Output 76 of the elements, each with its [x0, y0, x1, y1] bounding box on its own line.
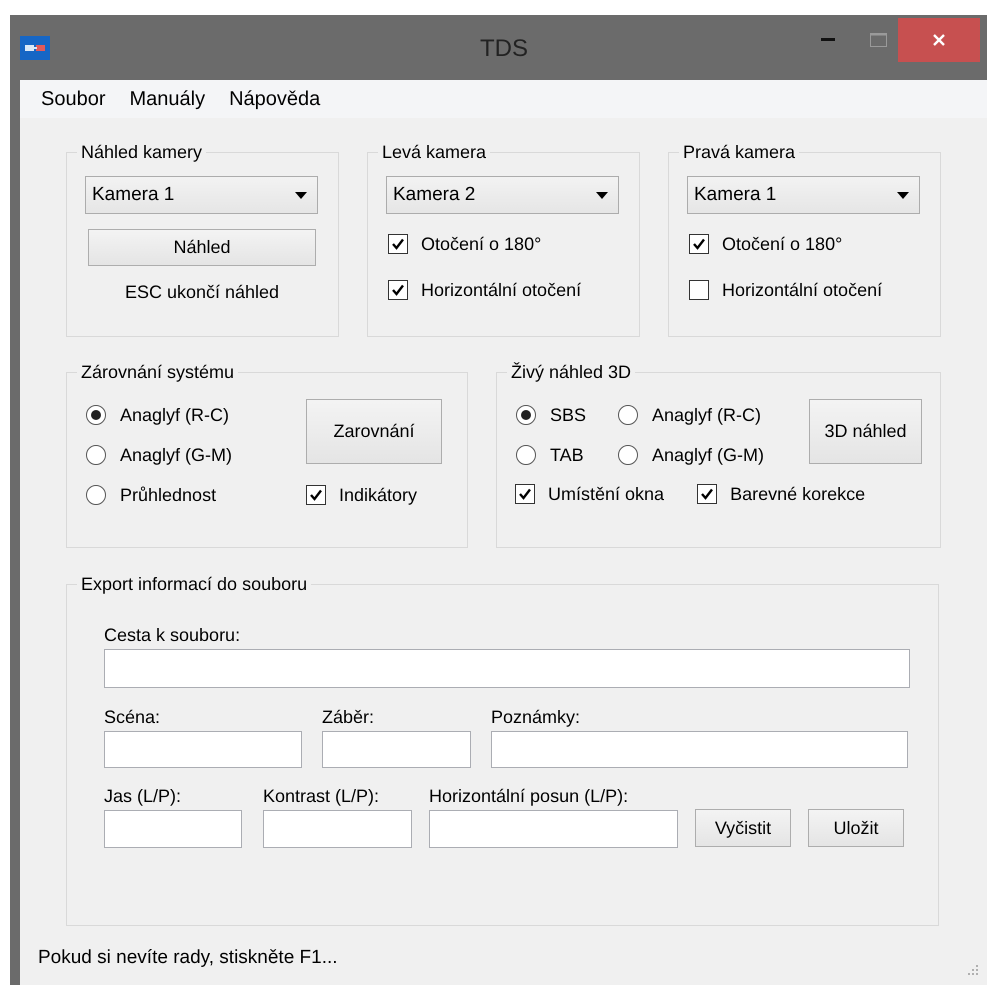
checkbox[interactable] — [388, 280, 408, 300]
checkbox-label: Horizontální otočení — [421, 280, 582, 300]
hint-text: ESC ukončí náhled — [124, 282, 280, 303]
radio-button[interactable] — [86, 485, 106, 505]
radio-button[interactable] — [618, 405, 638, 425]
dropdown[interactable]: Kamera 1 — [687, 176, 920, 214]
input-field[interactable] — [104, 731, 302, 768]
group-title: Export informací do souboru — [80, 573, 308, 595]
check-icon — [692, 237, 706, 251]
dropdown[interactable]: Kamera 2 — [386, 176, 619, 214]
close-icon — [932, 33, 946, 47]
radio-label: TAB — [550, 444, 584, 466]
input-field[interactable] — [322, 731, 471, 768]
check-icon — [700, 487, 714, 501]
radio-label: Průhlednost — [120, 484, 216, 506]
checkbox-label: Otočení o 180° — [722, 234, 842, 254]
checkbox-label: Barevné korekce — [730, 484, 866, 504]
radio-label: Anaglyf (G-M) — [652, 444, 764, 466]
window-title: TDS — [480, 35, 528, 63]
caret-icon — [897, 192, 909, 198]
group-title: Náhled kamery — [80, 141, 204, 163]
check-icon — [391, 237, 405, 251]
input-field[interactable] — [491, 731, 908, 768]
input-field[interactable] — [263, 810, 412, 848]
input-field[interactable] — [429, 810, 678, 848]
radio-button[interactable] — [516, 445, 536, 465]
radio-label: SBS — [550, 404, 586, 426]
radio-button[interactable] — [86, 405, 106, 425]
field-label: Scéna: — [104, 706, 162, 728]
radio-label: Anaglyf (G-M) — [120, 444, 232, 466]
checkbox-label: Umístění okna — [548, 484, 664, 504]
field-label: Záběr: — [322, 706, 376, 728]
align-button[interactable]: Zarovnání — [306, 399, 442, 464]
maximize-icon — [870, 33, 886, 47]
check-icon — [518, 487, 532, 501]
field-label: Poznámky: — [491, 706, 582, 728]
dropdown[interactable]: Kamera 1 — [85, 176, 318, 214]
input-field[interactable] — [104, 810, 242, 848]
radio-button[interactable] — [618, 445, 638, 465]
checkbox[interactable] — [388, 234, 408, 254]
group-title: Pravá kamera — [682, 141, 796, 163]
check-icon — [391, 283, 405, 297]
checkbox[interactable] — [515, 484, 535, 504]
field-label: Cesta k souboru: — [104, 624, 242, 646]
menu-item[interactable]: Nápověda — [223, 86, 326, 112]
field-label: Jas (L/P): — [104, 785, 182, 807]
checkbox[interactable] — [689, 234, 709, 254]
group-title: Levá kamera — [381, 141, 488, 163]
resize-grip-icon[interactable] — [965, 964, 979, 978]
radio-label: Anaglyf (R-C) — [652, 404, 762, 426]
app-icon — [20, 36, 50, 60]
preview-button[interactable]: Náhled — [88, 229, 316, 266]
group-title: Živý náhled 3D — [510, 361, 632, 383]
checkbox[interactable] — [306, 485, 326, 505]
radio-button[interactable] — [516, 405, 536, 425]
minimize-icon — [821, 38, 835, 42]
checkbox-label: Otočení o 180° — [421, 234, 542, 254]
field-label: Kontrast (L/P): — [263, 785, 380, 807]
caret-icon — [596, 192, 608, 198]
checkbox[interactable] — [689, 280, 709, 300]
menu-item[interactable]: Soubor — [35, 86, 112, 112]
preview-3d-button[interactable]: 3D náhled — [809, 399, 922, 464]
status-text: Pokud si nevíte rady, stiskněte F1... — [38, 947, 338, 969]
field-label: Horizontální posun (L/P): — [429, 785, 630, 807]
caret-icon — [295, 192, 307, 198]
radio-label: Anaglyf (R-C) — [120, 404, 230, 426]
clear-button[interactable]: Vyčistit — [695, 809, 791, 847]
checkbox-label: Indikátory — [339, 484, 418, 506]
radio-button[interactable] — [86, 445, 106, 465]
save-button[interactable]: Uložit — [808, 809, 904, 847]
checkbox-label: Horizontální otočení — [722, 280, 882, 300]
check-icon — [309, 488, 323, 502]
input-field[interactable] — [104, 649, 910, 688]
checkbox[interactable] — [697, 484, 718, 504]
group-title: Zárovnání systému — [80, 361, 236, 383]
menu-item[interactable]: Manuály — [124, 86, 212, 112]
